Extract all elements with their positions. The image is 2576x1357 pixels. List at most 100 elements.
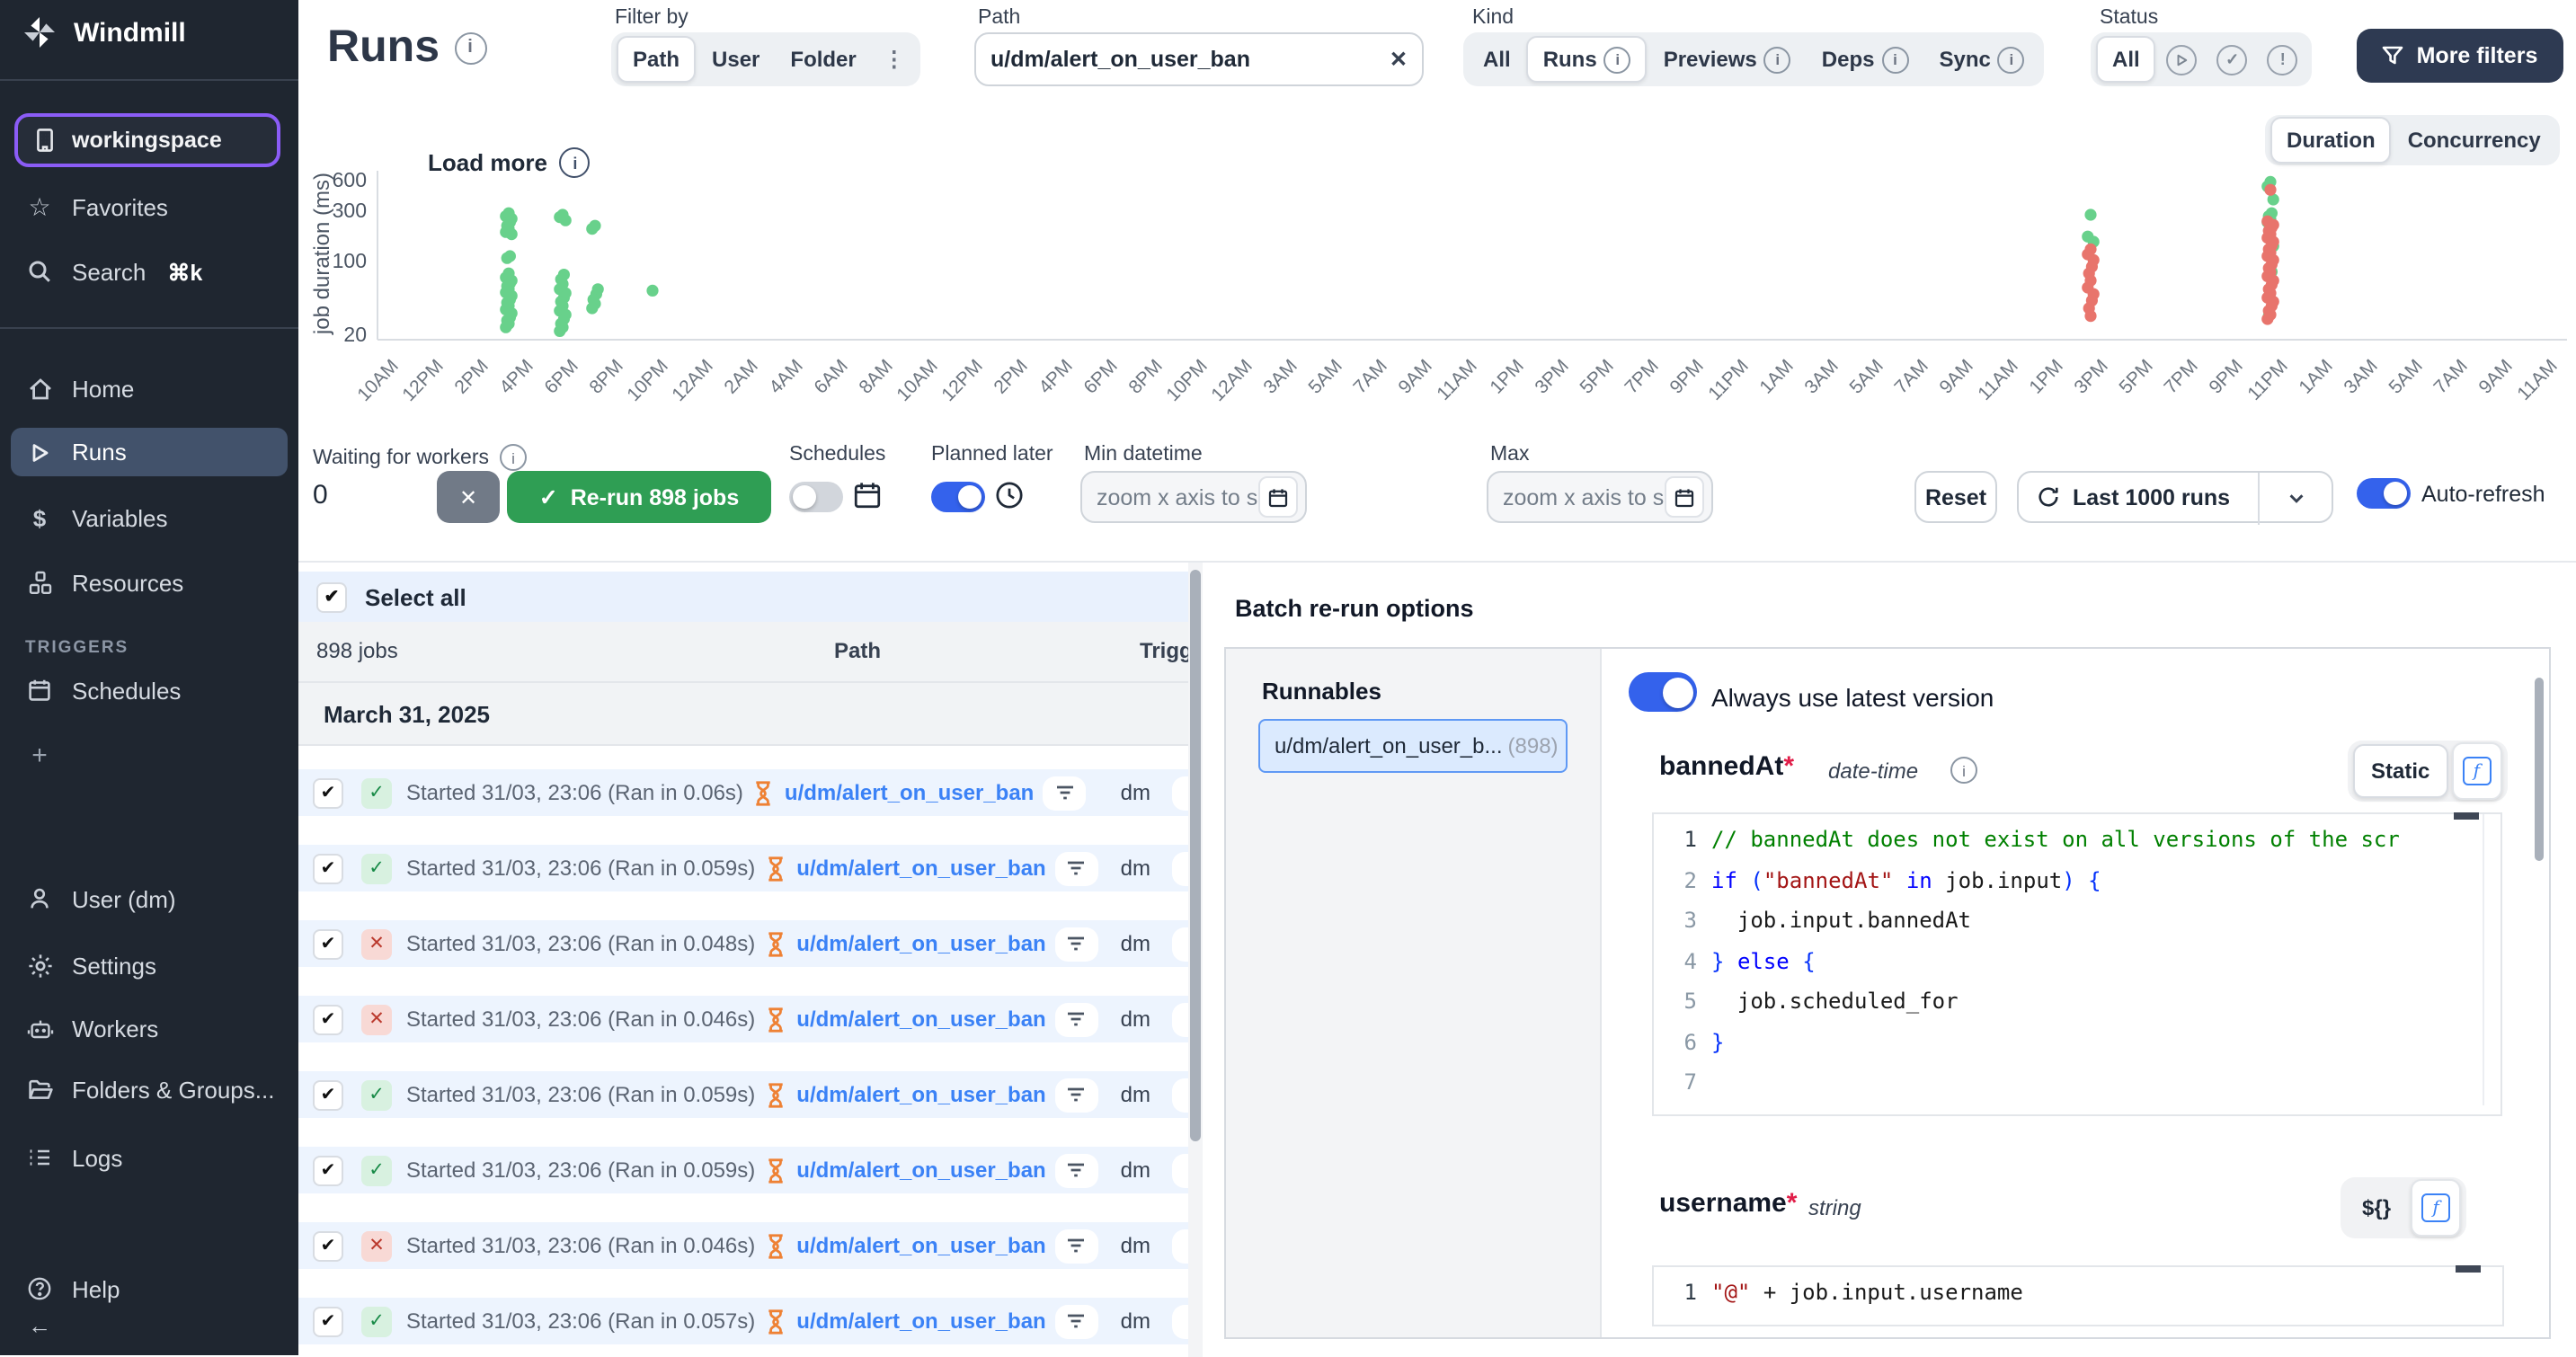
row-filter-button[interactable] — [1055, 1002, 1098, 1036]
rerun-jobs-button[interactable]: ✓Re-run 898 jobs — [507, 471, 771, 523]
planned-later-toggle[interactable] — [931, 482, 985, 512]
job-row[interactable]: ✔✕Started 31/03, 23:06 (Ran in 0.046s)u/… — [298, 996, 1188, 1042]
runs-info-icon[interactable]: i — [454, 31, 486, 64]
sidebar-item-logs[interactable]: Logs — [0, 1136, 298, 1179]
row-checkbox[interactable]: ✔ — [313, 853, 343, 883]
row-filter-button[interactable] — [1055, 1228, 1098, 1263]
row-path-link[interactable]: u/dm/alert_on_user_ban — [796, 1233, 1045, 1258]
cancel-selection-button[interactable]: ✕ — [437, 471, 500, 523]
row-path-link[interactable]: u/dm/alert_on_user_ban — [796, 1007, 1045, 1032]
status-failure[interactable]: ! — [2259, 38, 2307, 81]
always-latest-toggle[interactable] — [1629, 672, 1697, 712]
schedules-toggle[interactable] — [789, 482, 843, 512]
job-row[interactable]: ✔✓Started 31/03, 23:06 (Ran in 0.059s)u/… — [298, 1071, 1188, 1118]
runnable-item[interactable]: u/dm/alert_on_user_b... (898) — [1258, 719, 1568, 773]
batch-panel-scrollbar[interactable] — [2535, 678, 2544, 861]
sidebar-item-workers[interactable]: Workers — [0, 1007, 298, 1050]
row-checkbox[interactable]: ✔ — [313, 1306, 343, 1336]
reset-button[interactable]: Reset — [1914, 471, 1997, 523]
javascript-mode-button[interactable]: f — [2411, 1179, 2461, 1237]
row-action-pill[interactable] — [1172, 1002, 1188, 1036]
tab-concurrency[interactable]: Concurrency — [2394, 119, 2555, 162]
row-action-pill[interactable] — [1172, 1153, 1188, 1187]
status-success[interactable]: ✓ — [2208, 38, 2257, 81]
brand[interactable]: Windmill — [0, 14, 298, 50]
sidebar-item-resources[interactable]: Resources — [0, 561, 298, 604]
row-path-link[interactable]: u/dm/alert_on_user_ban — [796, 1157, 1045, 1183]
row-action-pill[interactable] — [1172, 1228, 1188, 1263]
job-row[interactable]: ✔✓Started 31/03, 23:06 (Ran in 0.059s)u/… — [298, 845, 1188, 891]
filter-by-more-icon[interactable]: ⋮ — [873, 38, 916, 81]
job-row[interactable]: ✔✓Started 31/03, 23:06 (Ran in 0.06s)u/d… — [298, 769, 1188, 816]
filter-by-path[interactable]: Path — [617, 36, 696, 83]
sidebar-item-favorites[interactable]: ☆ Favorites — [0, 185, 298, 228]
sidebar-item-home[interactable]: Home — [0, 367, 298, 410]
calendar-icon[interactable] — [1665, 476, 1704, 518]
row-action-pill[interactable] — [1172, 927, 1188, 961]
row-checkbox[interactable]: ✔ — [313, 1004, 343, 1034]
username-code-editor[interactable]: 1"@" + job.input.username — [1652, 1265, 2504, 1326]
row-filter-button[interactable] — [1043, 776, 1086, 810]
template-mode-button[interactable]: ${} — [2346, 1183, 2407, 1233]
row-path-link[interactable]: u/dm/alert_on_user_ban — [796, 856, 1045, 881]
max-datetime-input[interactable]: zoom x axis to set max — [1487, 471, 1713, 523]
row-path-link[interactable]: u/dm/alert_on_user_ban — [796, 1082, 1045, 1107]
row-checkbox[interactable]: ✔ — [313, 928, 343, 959]
more-filters-button[interactable]: More filters — [2357, 29, 2563, 83]
job-row[interactable]: ✔✓Started 31/03, 23:06 (Ran in 0.057s)u/… — [298, 1298, 1188, 1344]
sidebar-item-runs[interactable]: Runs — [11, 428, 288, 476]
sidebar-item-search[interactable]: Search ⌘k — [0, 250, 298, 293]
scrollbar-thumb[interactable] — [1190, 570, 1201, 1141]
last-runs-button[interactable]: Last 1000 runs — [2017, 471, 2333, 523]
kind-sync[interactable]: Synci — [1924, 38, 2039, 81]
sidebar-item-folders[interactable]: Folders & Groups... — [0, 1068, 298, 1111]
row-filter-button[interactable] — [1055, 851, 1098, 885]
tab-duration[interactable]: Duration — [2270, 117, 2392, 164]
kind-all[interactable]: All — [1469, 38, 1525, 81]
filter-by-folder[interactable]: Folder — [776, 38, 870, 81]
row-filter-button[interactable] — [1055, 1078, 1098, 1112]
sidebar-item-variables[interactable]: $ Variables — [0, 496, 298, 539]
path-input[interactable]: u/dm/alert_on_user_ban ✕ — [974, 32, 1424, 86]
row-action-pill[interactable] — [1172, 776, 1188, 810]
status-all[interactable]: All — [2096, 36, 2156, 83]
job-row[interactable]: ✔✕Started 31/03, 23:06 (Ran in 0.046s)u/… — [298, 1222, 1188, 1269]
sidebar-item-schedules[interactable]: Schedules — [0, 669, 298, 712]
row-checkbox[interactable]: ✔ — [313, 1155, 343, 1185]
sidebar-collapse-button[interactable]: ← — [0, 1303, 298, 1346]
kind-deps[interactable]: Depsi — [1808, 38, 1923, 81]
job-row[interactable]: ✔✕Started 31/03, 23:06 (Ran in 0.048s)u/… — [298, 920, 1188, 967]
javascript-mode-button[interactable]: f — [2451, 742, 2501, 800]
row-action-pill[interactable] — [1172, 851, 1188, 885]
row-checkbox[interactable]: ✔ — [313, 777, 343, 808]
row-path-link[interactable]: u/dm/alert_on_user_ban — [796, 931, 1045, 956]
row-action-pill[interactable] — [1172, 1078, 1188, 1112]
info-icon[interactable]: i — [1950, 757, 1977, 784]
row-filter-button[interactable] — [1055, 1304, 1098, 1338]
job-row[interactable]: ✔✓Started 31/03, 23:06 (Ran in 0.059s)u/… — [298, 1147, 1188, 1193]
static-mode-button[interactable]: Static — [2353, 744, 2447, 798]
min-datetime-input[interactable]: zoom x axis to set min (dr — [1080, 471, 1307, 523]
trigger-column-header[interactable]: Trigge — [1140, 638, 1188, 663]
sidebar-item-add-trigger[interactable]: + — [0, 733, 298, 776]
status-running[interactable] — [2158, 38, 2207, 81]
row-filter-button[interactable] — [1055, 927, 1098, 961]
planned-later-clock-icon[interactable] — [994, 480, 1025, 510]
row-path-link[interactable]: u/dm/alert_on_user_ban — [785, 780, 1034, 805]
jobs-list-scrollbar[interactable] — [1188, 563, 1203, 1357]
schedules-calendar-icon[interactable] — [852, 480, 883, 510]
row-filter-button[interactable] — [1055, 1153, 1098, 1187]
auto-refresh-toggle[interactable] — [2357, 478, 2411, 509]
row-path-link[interactable]: u/dm/alert_on_user_ban — [796, 1308, 1045, 1334]
row-action-pill[interactable] — [1172, 1304, 1188, 1338]
sidebar-item-user[interactable]: User (dm) — [0, 877, 298, 920]
runs-chart[interactable]: Duration Concurrency Load more i job dur… — [298, 111, 2576, 440]
path-column-header[interactable]: Path — [768, 638, 947, 663]
clear-path-icon[interactable]: ✕ — [1390, 47, 1408, 72]
chevron-down-icon[interactable] — [2287, 489, 2306, 509]
kind-previews[interactable]: Previewsi — [1649, 38, 1806, 81]
row-checkbox[interactable]: ✔ — [313, 1230, 343, 1261]
calendar-icon[interactable] — [1258, 476, 1298, 518]
filter-by-user[interactable]: User — [697, 38, 774, 81]
workspace-switcher[interactable]: workingspace — [14, 113, 280, 167]
